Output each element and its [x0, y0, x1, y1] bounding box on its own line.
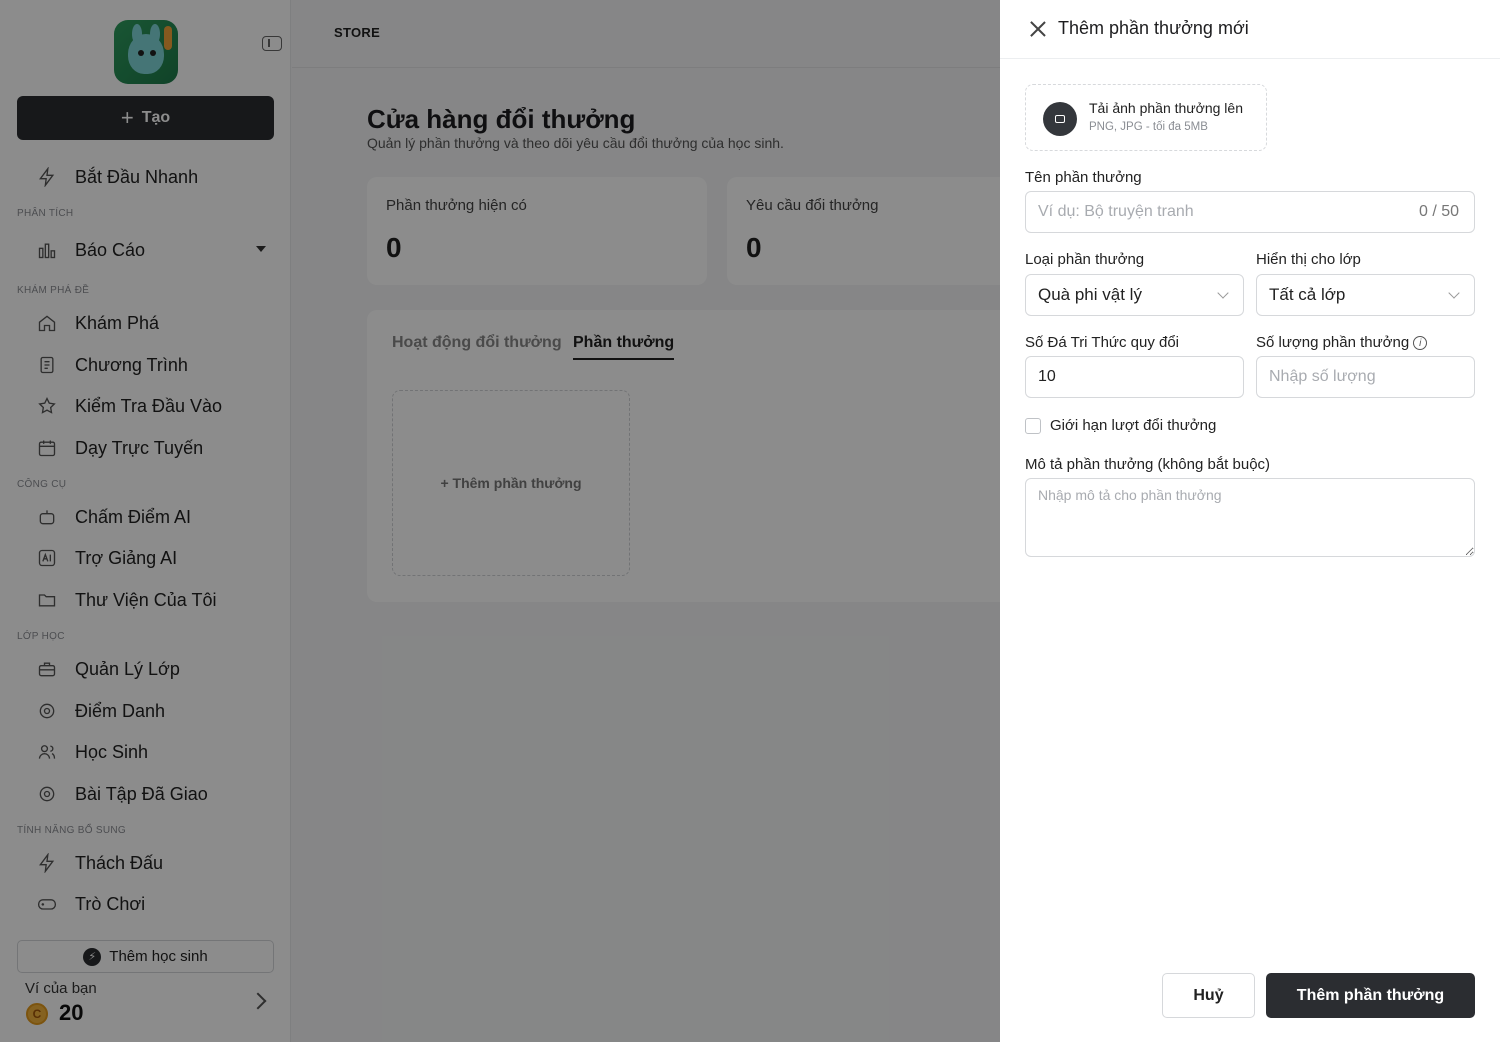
reward-name-input[interactable]	[1025, 191, 1475, 233]
close-icon[interactable]	[1029, 20, 1047, 38]
upload-title: Tải ảnh phần thưởng lên	[1089, 100, 1243, 116]
cancel-button[interactable]: Huỷ	[1162, 973, 1255, 1018]
chevron-down-icon	[1217, 287, 1229, 299]
modal-backdrop[interactable]	[0, 0, 1000, 1042]
upload-hint: PNG, JPG - tối đa 5MB	[1089, 121, 1208, 133]
image-upload-dropzone[interactable]: Tải ảnh phần thưởng lên PNG, JPG - tối đ…	[1025, 84, 1267, 151]
description-label: Mô tả phần thưởng (không bắt buộc)	[1025, 456, 1271, 473]
reward-name-label: Tên phần thưởng	[1025, 169, 1142, 186]
quantity-label: Số lượng phần thưởng	[1256, 334, 1410, 351]
quantity-input[interactable]	[1256, 356, 1475, 398]
knowledge-stones-input[interactable]	[1025, 356, 1244, 398]
visible-to-class-value: Tất cả lớp	[1269, 285, 1346, 304]
limit-redemptions-checkbox[interactable]	[1025, 418, 1041, 434]
visible-to-class-label: Hiển thị cho lớp	[1256, 251, 1361, 268]
info-icon[interactable]: i	[1413, 336, 1428, 351]
limit-redemptions-label[interactable]: Giới hạn lượt đổi thưởng	[1050, 417, 1216, 434]
description-textarea[interactable]	[1025, 478, 1475, 557]
knowledge-stones-label: Số Đá Tri Thức quy đổi	[1025, 334, 1179, 351]
drawer-header: Thêm phần thưởng mới	[1000, 0, 1500, 59]
quantity-label-row: Số lượng phần thưởng i	[1256, 334, 1428, 351]
character-counter: 0 / 50	[1419, 203, 1460, 220]
chevron-down-icon	[1448, 287, 1460, 299]
reward-type-value: Quà phi vật lý	[1038, 285, 1142, 304]
visible-to-class-select[interactable]: Tất cả lớp	[1256, 274, 1475, 316]
reward-type-select[interactable]: Quà phi vật lý	[1025, 274, 1244, 316]
reward-type-label: Loại phần thưởng	[1025, 251, 1145, 268]
add-reward-submit-button[interactable]: Thêm phần thưởng	[1266, 973, 1475, 1018]
drawer-title: Thêm phần thưởng mới	[1058, 18, 1249, 38]
add-reward-drawer: Thêm phần thưởng mới Tải ảnh phần thưởng…	[1000, 0, 1500, 1042]
image-icon	[1043, 102, 1077, 136]
